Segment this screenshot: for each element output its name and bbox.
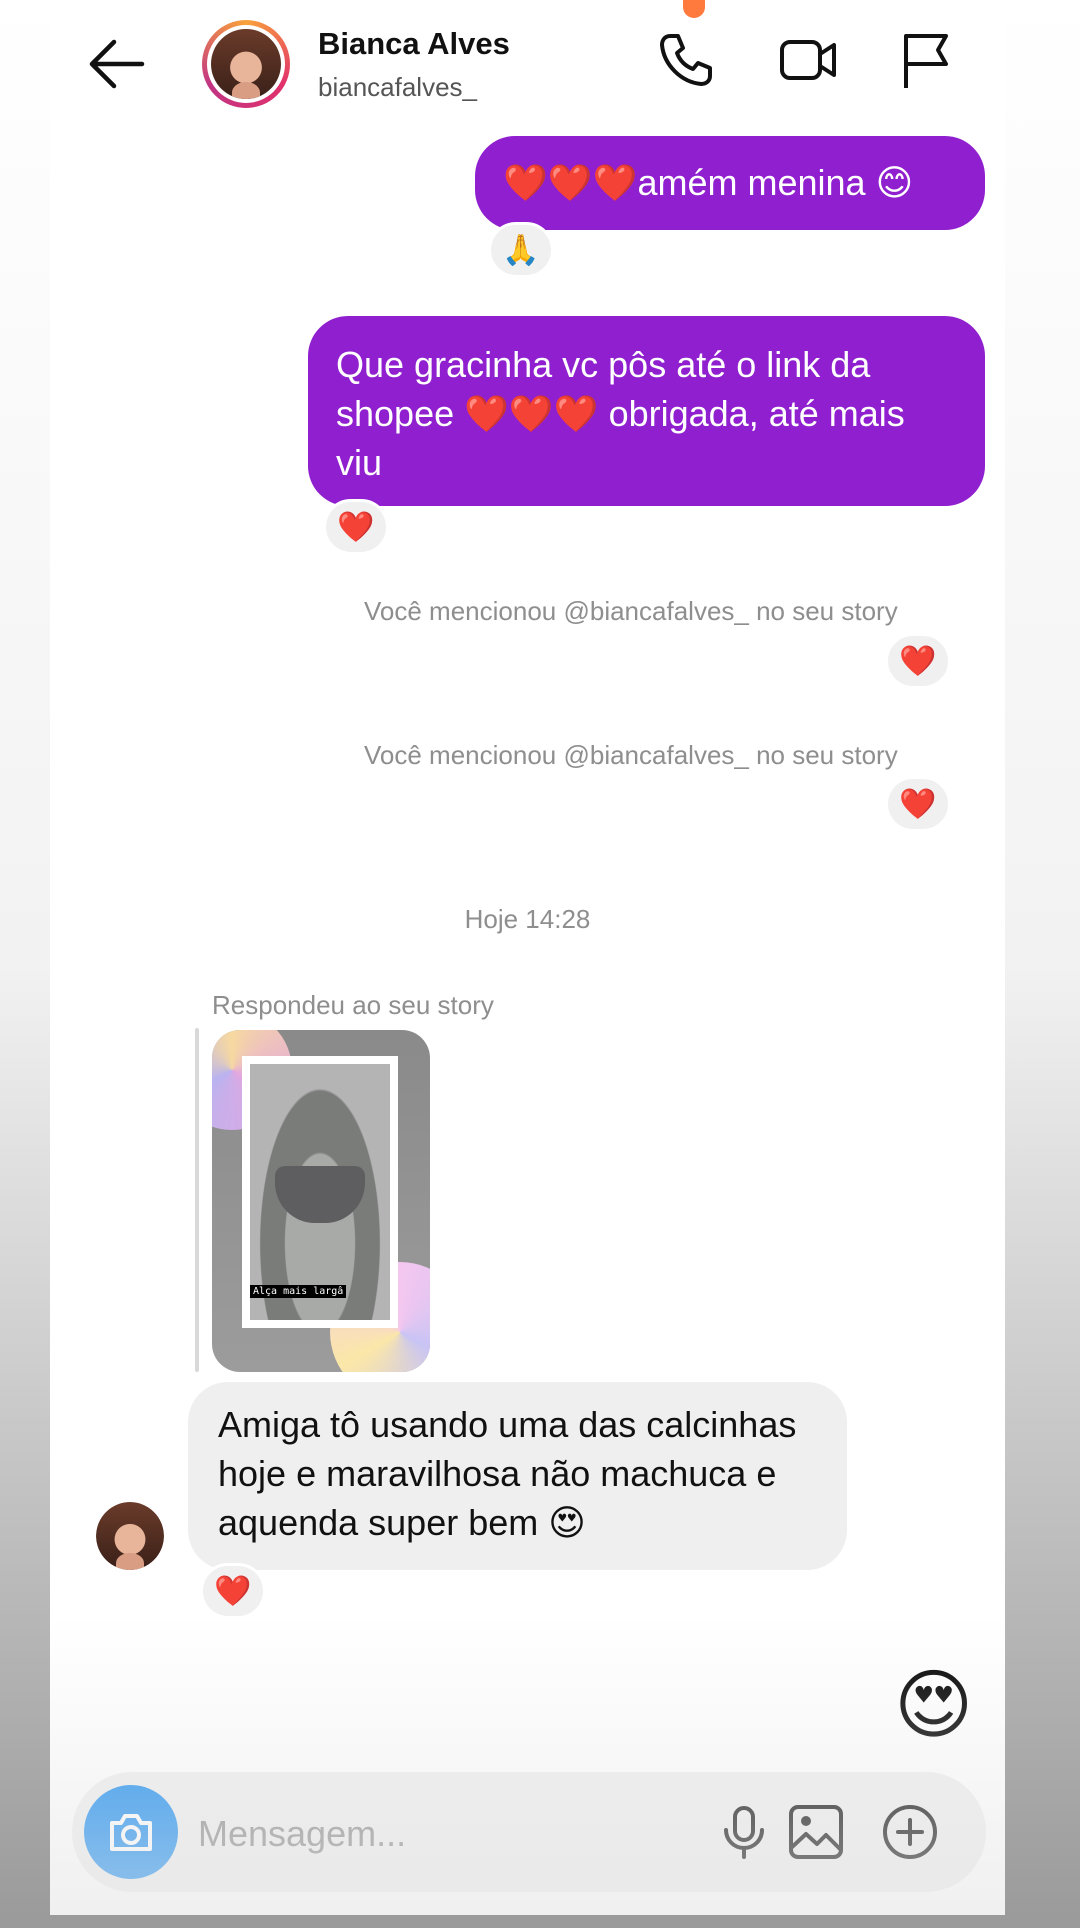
contact-name[interactable]: Bianca Alves [318, 26, 510, 62]
camera-button[interactable] [84, 1785, 178, 1879]
sender-avatar[interactable] [96, 1502, 164, 1570]
message-reaction[interactable]: ❤️ [323, 499, 389, 555]
contact-username[interactable]: biancafalves_ [318, 72, 477, 103]
outgoing-message[interactable]: Que gracinha vc pôs até o link da shopee… [308, 316, 985, 506]
story-reply-line [195, 1028, 199, 1372]
story-mention-notice[interactable]: Você mencionou @biancafalves_ no seu sto… [364, 596, 898, 627]
message-input[interactable] [198, 1806, 598, 1862]
outgoing-message[interactable]: ❤️❤️❤️amém menina 😊 [475, 136, 985, 230]
message-reaction[interactable]: ❤️ [200, 1563, 266, 1619]
microphone-icon[interactable] [714, 1802, 774, 1862]
camera-icon [110, 1814, 152, 1851]
profile-avatar[interactable] [202, 20, 290, 108]
back-arrow-icon[interactable] [86, 38, 146, 90]
story-mention-notice[interactable]: Você mencionou @biancafalves_ no seu sto… [364, 740, 898, 771]
message-reaction[interactable]: ❤️ [885, 633, 951, 689]
story-thumbnail[interactable]: Alça mais largâ [212, 1030, 430, 1372]
incoming-message[interactable]: Amiga tô usando uma das calcinhas hoje e… [188, 1382, 847, 1570]
story-reply-label: Respondeu ao seu story [212, 990, 494, 1020]
gallery-icon[interactable] [786, 1802, 846, 1862]
timestamp: Hoje 14:28 [464, 904, 591, 934]
flag-icon[interactable] [896, 30, 956, 90]
message-reaction[interactable]: ❤️ [885, 776, 951, 832]
camera-notch [683, 0, 705, 18]
video-icon[interactable] [778, 30, 838, 90]
story-caption: Alça mais largâ [250, 1285, 347, 1298]
chat-screen: Bianca Alves biancafalves_ ❤️❤️❤️amém me… [50, 0, 1005, 1915]
message-reaction[interactable]: 🙏 [488, 222, 554, 278]
phone-icon[interactable] [656, 30, 716, 90]
plus-circle-icon[interactable] [880, 1802, 940, 1862]
quick-reaction-emoji[interactable]: 😍 [894, 1668, 973, 1744]
